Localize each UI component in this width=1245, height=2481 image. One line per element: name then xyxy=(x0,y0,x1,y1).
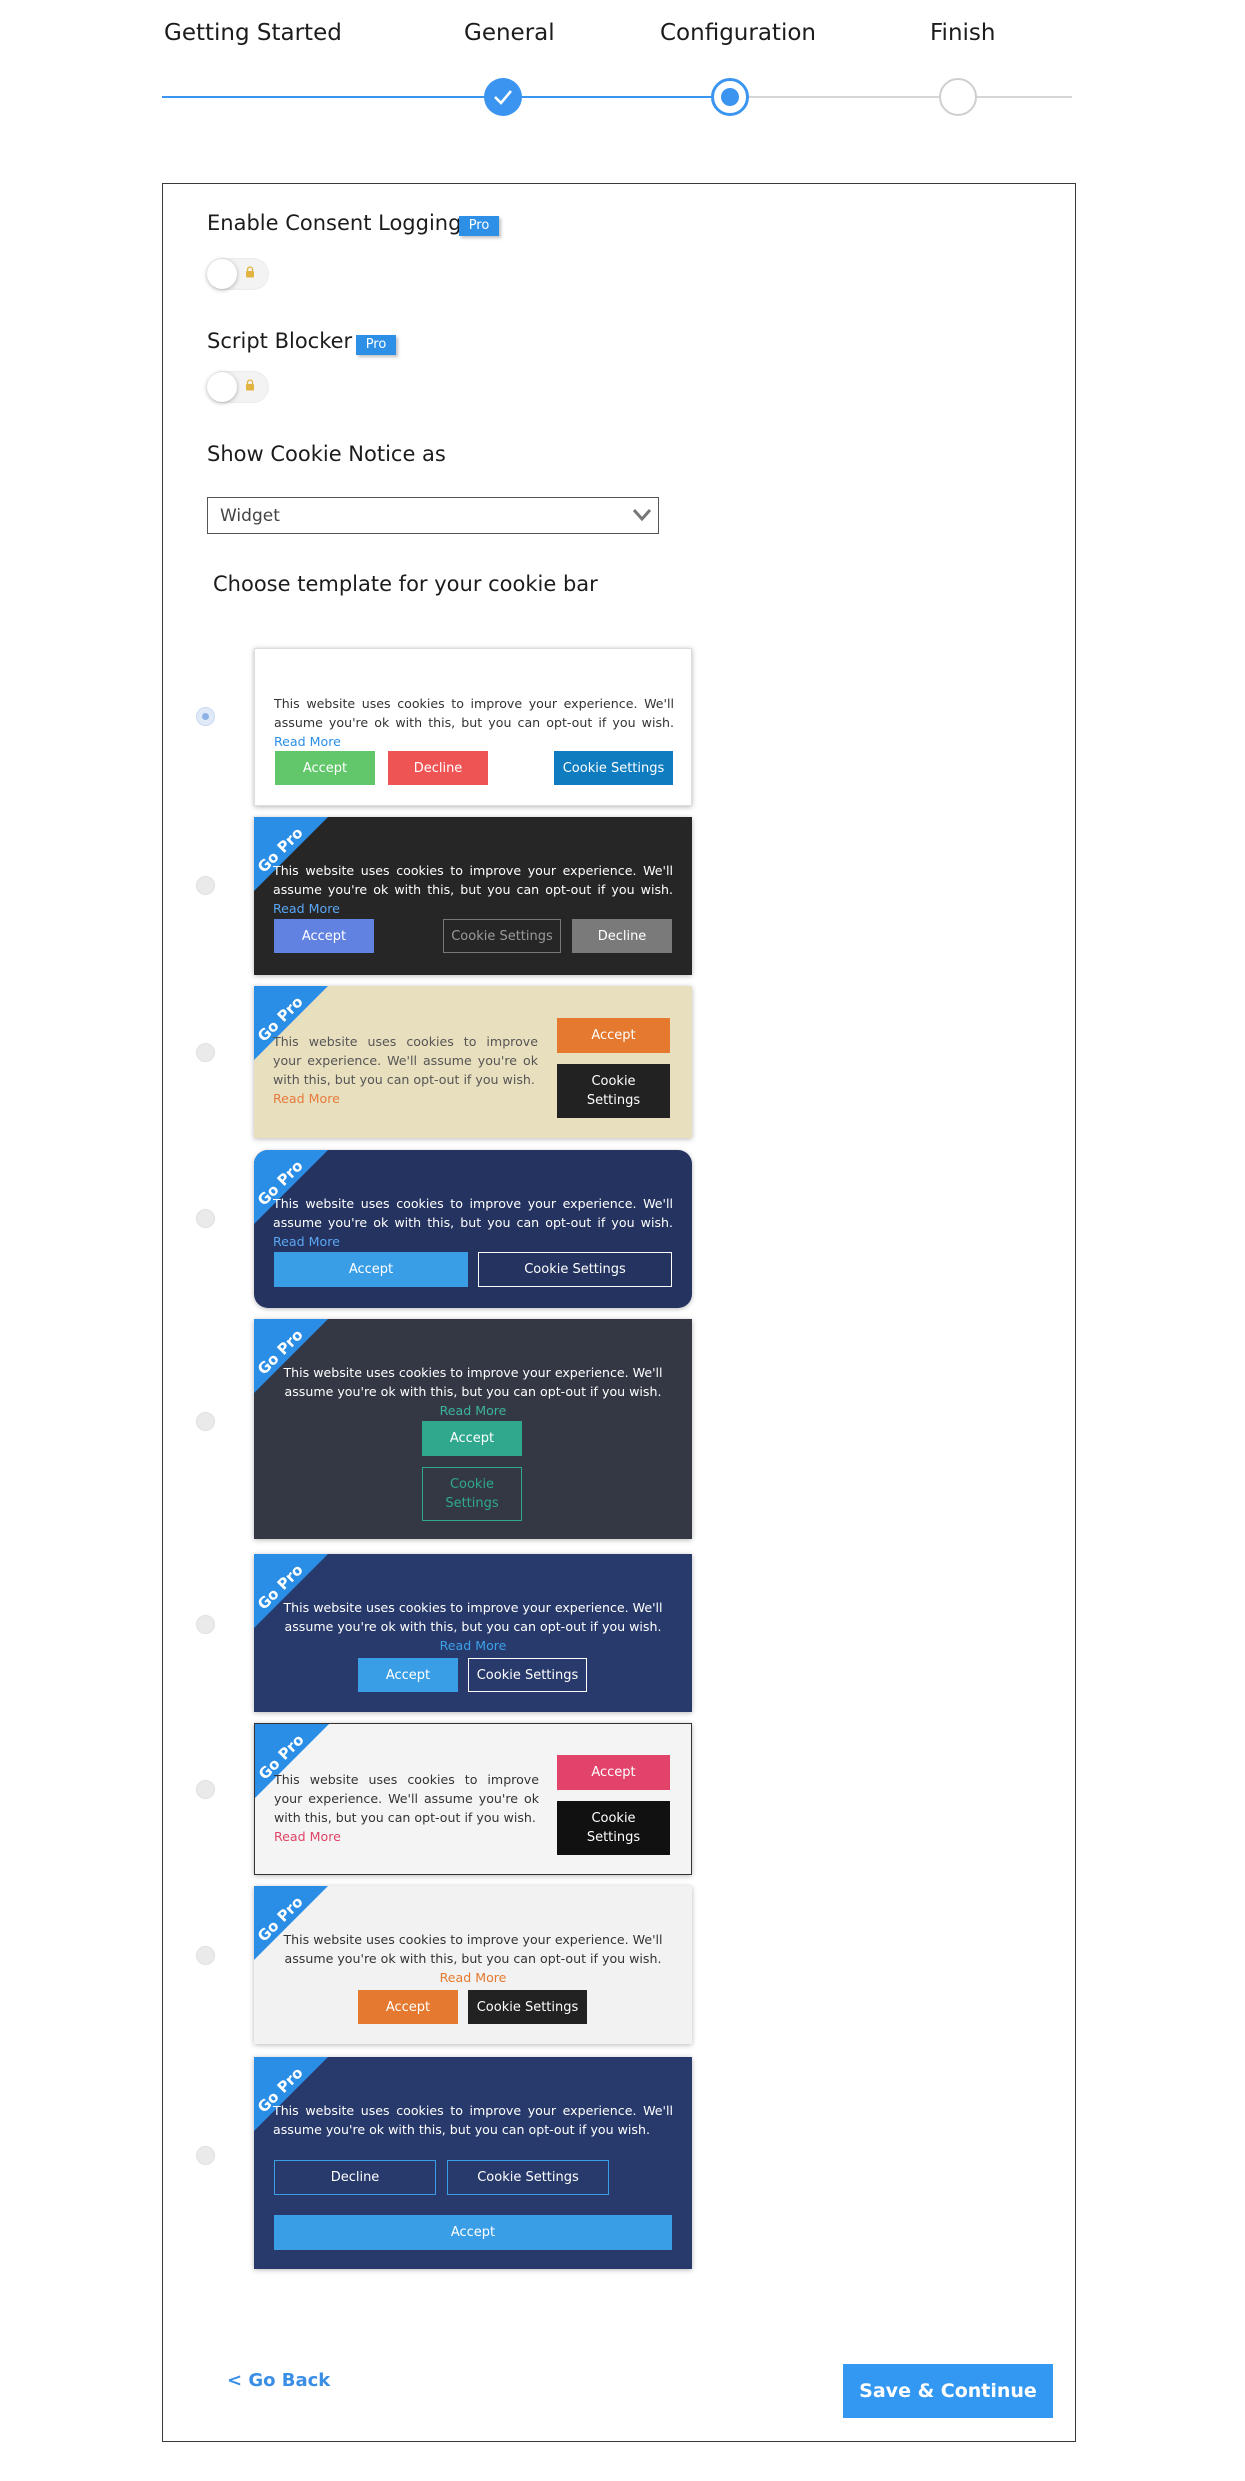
step-finish-pending[interactable] xyxy=(939,78,977,116)
script-blocker-pro-badge: Pro xyxy=(356,335,396,355)
cookie-settings-button[interactable]: Cookie Settings xyxy=(554,751,673,785)
script-blocker-title: Script Blocker xyxy=(207,329,353,353)
accept-button[interactable]: Accept xyxy=(275,751,375,785)
configuration-panel: Enable Consent Logging Pro Script Blocke… xyxy=(162,183,1076,2442)
cookie-message: This website uses cookies to improve you… xyxy=(283,1932,663,1985)
accept-button[interactable]: Accept xyxy=(358,1658,458,1692)
accept-button[interactable]: Accept xyxy=(274,919,374,953)
accept-button[interactable]: Accept xyxy=(557,1755,670,1790)
cookie-message: This website uses cookies to improve you… xyxy=(273,2103,673,2137)
cookie-message: This website uses cookies to improve you… xyxy=(283,1600,663,1653)
cookie-settings-button[interactable]: Cookie Settings xyxy=(468,1990,587,2024)
cookie-notice-selected-value: Widget xyxy=(220,506,280,526)
template-radio-7[interactable] xyxy=(196,1780,215,1799)
cookie-notice-select[interactable]: Widget xyxy=(207,497,659,534)
cookie-settings-button[interactable]: Cookie Settings xyxy=(478,1252,672,1287)
script-blocker-toggle[interactable] xyxy=(207,371,269,403)
step-connector-done xyxy=(162,96,732,98)
template-radio-8[interactable] xyxy=(196,1946,215,1965)
template-radio-4[interactable] xyxy=(196,1209,215,1228)
consent-logging-toggle[interactable] xyxy=(207,258,269,290)
template-preview-5[interactable]: Go Pro This website uses cookies to impr… xyxy=(254,1319,692,1539)
accept-button[interactable]: Accept xyxy=(422,1421,522,1456)
lock-icon xyxy=(246,266,254,278)
template-radio-9[interactable] xyxy=(196,2146,215,2165)
template-preview-7[interactable]: Go Pro This website uses cookies to impr… xyxy=(254,1723,692,1875)
cookie-settings-button[interactable]: Cookie Settings xyxy=(422,1467,522,1521)
decline-button[interactable]: Decline xyxy=(274,2160,436,2195)
read-more-link[interactable]: Read More xyxy=(440,1970,507,1985)
cookie-settings-button[interactable]: Cookie Settings xyxy=(557,1801,670,1855)
read-more-link[interactable]: Read More xyxy=(273,1234,340,1249)
read-more-link[interactable]: Read More xyxy=(274,734,341,749)
cookie-settings-button[interactable]: Cookie Settings xyxy=(557,1064,670,1118)
accept-button[interactable]: Accept xyxy=(358,1990,458,2024)
cookie-message: This website uses cookies to improve you… xyxy=(274,696,674,749)
step-label-general[interactable]: General xyxy=(464,20,555,46)
template-preview-2[interactable]: Go Pro This website uses cookies to impr… xyxy=(254,817,692,975)
go-back-link[interactable]: < Go Back xyxy=(227,2370,330,2391)
template-preview-9[interactable]: Go Pro This website uses cookies to impr… xyxy=(254,2057,692,2269)
read-more-link[interactable]: Read More xyxy=(273,1091,340,1106)
template-preview-8[interactable]: Go Pro This website uses cookies to impr… xyxy=(254,1886,692,2044)
cookie-message: This website uses cookies to improve you… xyxy=(273,863,673,916)
accept-button[interactable]: Accept xyxy=(274,2215,672,2250)
read-more-link[interactable]: Read More xyxy=(440,1403,507,1418)
step-connector-pending xyxy=(732,96,1072,98)
cookie-message: This website uses cookies to improve you… xyxy=(273,1034,538,1106)
consent-logging-title: Enable Consent Logging xyxy=(207,211,462,235)
cookie-message: This website uses cookies to improve you… xyxy=(283,1365,663,1418)
template-preview-3[interactable]: Go Pro This website uses cookies to impr… xyxy=(254,986,692,1138)
step-label-getting-started[interactable]: Getting Started xyxy=(164,20,342,46)
accept-button[interactable]: Accept xyxy=(274,1252,468,1287)
template-radio-6[interactable] xyxy=(196,1615,215,1634)
cookie-settings-button[interactable]: Cookie Settings xyxy=(443,919,561,953)
save-continue-button[interactable]: Save & Continue xyxy=(843,2364,1053,2418)
template-radio-5[interactable] xyxy=(196,1412,215,1431)
step-label-configuration[interactable]: Configuration xyxy=(660,20,816,46)
template-preview-6[interactable]: Go Pro This website uses cookies to impr… xyxy=(254,1554,692,1712)
cookie-message: This website uses cookies to improve you… xyxy=(274,1772,539,1844)
accept-button[interactable]: Accept xyxy=(557,1018,670,1053)
lock-icon xyxy=(246,379,254,391)
template-radio-3[interactable] xyxy=(196,1043,215,1062)
toggle-knob xyxy=(207,259,237,289)
step-configuration-current[interactable] xyxy=(711,78,749,116)
template-preview-4[interactable]: Go Pro This website uses cookies to impr… xyxy=(254,1150,692,1308)
template-radio-2[interactable] xyxy=(196,876,215,895)
template-preview-1[interactable]: This website uses cookies to improve you… xyxy=(254,648,692,806)
consent-logging-pro-badge: Pro xyxy=(459,216,499,236)
step-current-dot xyxy=(721,88,739,106)
read-more-link[interactable]: Read More xyxy=(440,1638,507,1653)
cookie-notice-title: Show Cookie Notice as xyxy=(207,442,446,466)
checkmark-icon xyxy=(494,90,512,105)
decline-button[interactable]: Decline xyxy=(388,751,488,785)
cookie-settings-button[interactable]: Cookie Settings xyxy=(468,1658,587,1692)
toggle-knob xyxy=(207,372,237,402)
templates-title: Choose template for your cookie bar xyxy=(213,572,598,596)
step-general-complete[interactable] xyxy=(484,78,522,116)
read-more-link[interactable]: Read More xyxy=(273,901,340,916)
step-label-finish[interactable]: Finish xyxy=(930,20,995,46)
template-radio-1[interactable] xyxy=(196,707,215,726)
chevron-down-icon xyxy=(632,509,652,522)
read-more-link[interactable]: Read More xyxy=(274,1829,341,1844)
cookie-settings-button[interactable]: Cookie Settings xyxy=(447,2160,609,2195)
decline-button[interactable]: Decline xyxy=(572,919,672,953)
cookie-message: This website uses cookies to improve you… xyxy=(273,1196,673,1249)
